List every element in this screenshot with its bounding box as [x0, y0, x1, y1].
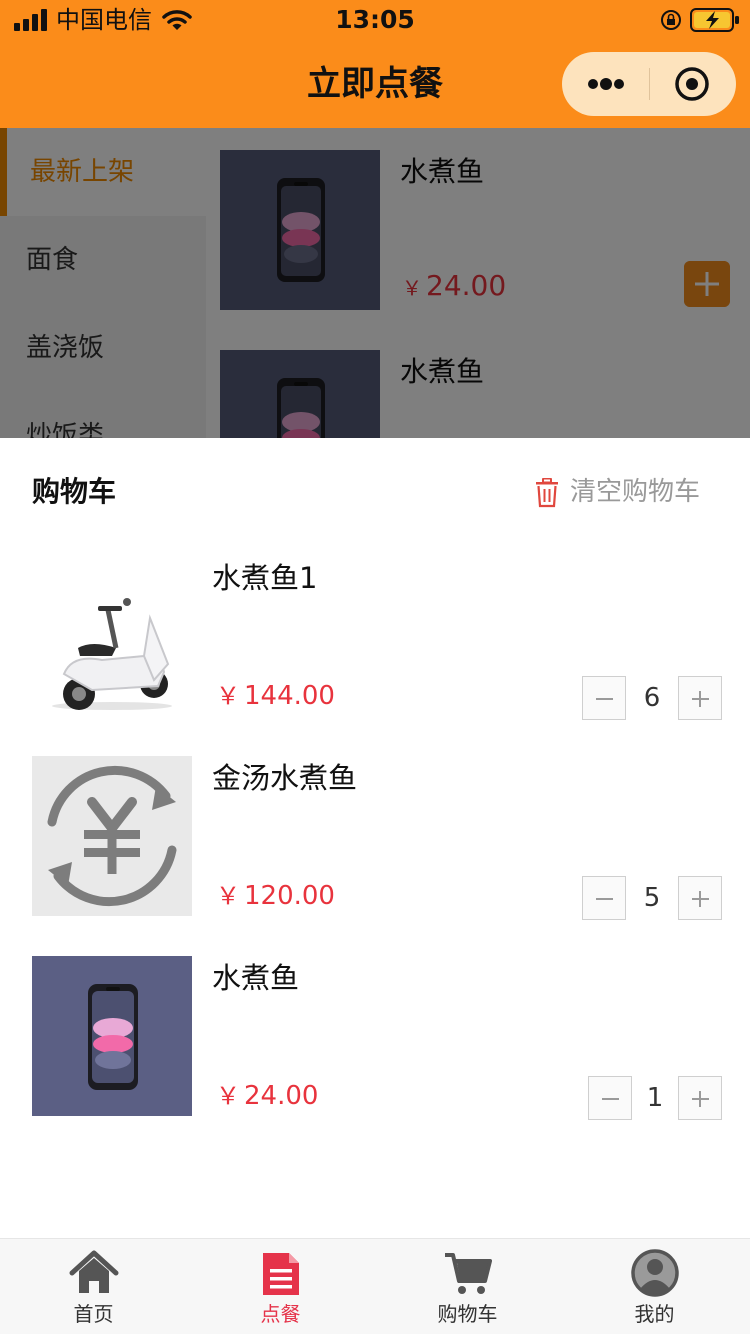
- cart-item-price: ￥ 144.00: [216, 676, 335, 716]
- price-value: 120.00: [244, 881, 335, 911]
- cart-sheet: 购物车 清空购物车 水煮鱼1 ￥ 144.00 6 金汤水煮鱼 ￥ 120.00…: [0, 438, 750, 1238]
- quantity-stepper: 6: [560, 676, 722, 720]
- order-document-icon: [263, 1253, 299, 1295]
- cart-item: 金汤水煮鱼 ￥ 120.00 5: [0, 738, 750, 938]
- tab-bar: 首页 点餐 购物车 我的: [0, 1238, 750, 1334]
- decrease-quantity-button[interactable]: [582, 876, 626, 920]
- price-value: 24.00: [244, 1081, 319, 1111]
- battery-icon: [690, 8, 739, 32]
- cart-item-name: 水煮鱼1: [212, 561, 318, 595]
- cart-item-price: ￥ 120.00: [216, 876, 335, 916]
- cart-item: 水煮鱼 ￥ 24.00 1: [0, 938, 750, 1138]
- cart-item-price: ￥ 24.00: [216, 1076, 318, 1116]
- cart-item-name: 金汤水煮鱼: [212, 761, 358, 795]
- decrease-quantity-button[interactable]: [588, 1076, 632, 1120]
- orientation-lock-icon: [661, 10, 681, 30]
- currency-symbol: ￥: [216, 882, 240, 910]
- phone-photo-icon: [32, 956, 192, 1116]
- home-icon: [69, 1250, 119, 1293]
- mini-program-capsule: [562, 52, 736, 116]
- quantity-value: 1: [646, 1083, 664, 1113]
- more-dots-icon[interactable]: [586, 72, 626, 96]
- quantity-stepper: 5: [560, 876, 722, 920]
- close-circle-icon[interactable]: [674, 66, 710, 102]
- increase-quantity-button[interactable]: [678, 1076, 722, 1120]
- tab-label: 购物车: [437, 1302, 498, 1326]
- cart-icon: [445, 1253, 492, 1294]
- currency-symbol: ￥: [216, 1082, 240, 1110]
- tab-cart[interactable]: 购物车: [374, 1239, 561, 1334]
- price-value: 144.00: [244, 681, 335, 711]
- top-bar: 中国电信 13:05 立即点餐: [0, 0, 750, 128]
- increase-quantity-button[interactable]: [678, 676, 722, 720]
- capsule-divider: [649, 68, 650, 100]
- quantity-value: 6: [643, 683, 661, 713]
- clear-cart-button[interactable]: 清空购物车: [534, 472, 718, 512]
- tab-label: 首页: [73, 1302, 114, 1326]
- yen-placeholder-icon: [32, 756, 192, 916]
- status-bar: 中国电信 13:05: [0, 0, 750, 40]
- scooter-photo-icon: [32, 556, 192, 716]
- tab-order[interactable]: 点餐: [187, 1239, 374, 1334]
- trash-icon: [536, 478, 558, 508]
- cart-item-name: 水煮鱼: [212, 961, 300, 995]
- tab-home[interactable]: 首页: [0, 1239, 187, 1334]
- tab-label: 我的: [634, 1302, 675, 1326]
- clear-cart-label: 清空购物车: [570, 477, 701, 507]
- cart-title: 购物车: [32, 475, 117, 508]
- tab-label: 点餐: [260, 1302, 301, 1326]
- tab-profile[interactable]: 我的: [561, 1239, 748, 1334]
- clock: 13:05: [335, 5, 415, 34]
- decrease-quantity-button[interactable]: [582, 676, 626, 720]
- quantity-value: 5: [643, 883, 661, 913]
- currency-symbol: ￥: [216, 682, 240, 710]
- profile-icon: [631, 1249, 679, 1297]
- quantity-stepper: 1: [560, 1076, 722, 1120]
- increase-quantity-button[interactable]: [678, 876, 722, 920]
- cart-item: 水煮鱼1 ￥ 144.00 6: [0, 538, 750, 738]
- modal-overlay[interactable]: [0, 128, 750, 438]
